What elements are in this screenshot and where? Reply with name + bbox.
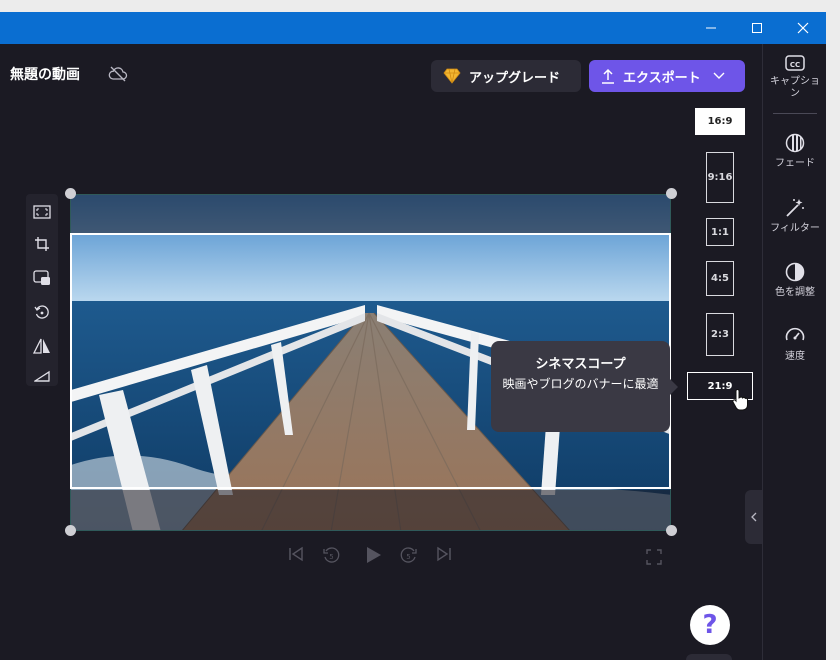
cloud-sync-off-icon[interactable]: [108, 66, 128, 82]
close-icon: [797, 22, 809, 34]
speed-gauge-icon: [785, 327, 805, 341]
fullscreen-icon[interactable]: [646, 549, 662, 565]
filter-wand-icon: [786, 199, 804, 217]
hand-cursor-icon: [732, 389, 748, 411]
forward-5-icon[interactable]: 5: [400, 546, 418, 564]
chevron-down-icon: [713, 72, 725, 79]
svg-text:CC: CC: [790, 61, 800, 69]
sidebar-label-adjust-colors: 色を調整: [775, 287, 815, 298]
sidebar-item-adjust-colors[interactable]: 色を調整: [763, 261, 826, 299]
title-bar: [0, 12, 826, 44]
minimize-icon: [706, 27, 716, 29]
sidebar-label-fade: フェード: [775, 158, 815, 169]
sidebar-item-speed[interactable]: 速度: [763, 325, 826, 363]
sidebar-divider: [773, 113, 817, 114]
sidebar-collapse-button[interactable]: [745, 490, 762, 544]
minimize-button[interactable]: [688, 12, 734, 44]
picture-in-picture-button[interactable]: [32, 268, 52, 288]
sidebar-item-fade[interactable]: フェード: [763, 132, 826, 170]
help-button[interactable]: ?: [690, 605, 730, 645]
upgrade-button[interactable]: アップグレード: [431, 60, 581, 92]
play-icon[interactable]: [364, 546, 382, 564]
upgrade-label: アップグレード: [469, 70, 561, 86]
sidebar-label-captions: キャプション: [770, 76, 820, 99]
aspect-ratio-9-16[interactable]: 9:16: [706, 152, 734, 203]
tooltip-description: 映画やブログのバナーに最適: [502, 377, 659, 391]
fade-corner-button[interactable]: [32, 366, 52, 386]
crop-button[interactable]: [32, 234, 52, 254]
bottom-panel-tab[interactable]: [686, 654, 732, 660]
aspect-ratio-4-5[interactable]: 4:5: [706, 261, 734, 296]
sidebar-item-filters[interactable]: フィルター: [763, 197, 826, 235]
crop-mask-top: [71, 195, 670, 235]
fit-button[interactable]: [32, 202, 52, 222]
svg-text:5: 5: [329, 553, 333, 561]
diamond-icon: [443, 68, 461, 84]
maximize-button[interactable]: [734, 12, 780, 44]
sidebar-label-filters: フィルター: [770, 223, 820, 234]
color-adjust-icon: [785, 262, 805, 282]
tooltip-arrow: [670, 379, 678, 395]
aspect-ratio-1-1[interactable]: 1:1: [706, 218, 734, 246]
flip-button[interactable]: [32, 336, 52, 356]
export-label: エクスポート: [623, 70, 701, 86]
rewind-5-icon[interactable]: 5: [322, 546, 340, 564]
canvas-toolbar: [26, 194, 58, 386]
editor-header: 無題の動画 アップグレード エクスポート: [0, 44, 762, 108]
export-button[interactable]: エクスポート: [589, 60, 745, 92]
close-button[interactable]: [780, 12, 826, 44]
skip-forward-icon[interactable]: [436, 546, 452, 562]
crop-mask-bottom: [71, 490, 670, 530]
crop-icon: [35, 237, 49, 251]
svg-text:5: 5: [406, 553, 410, 561]
maximize-icon: [752, 23, 762, 33]
rotate-icon: [34, 305, 49, 319]
aspect-ratio-tooltip: シネマスコープ 映画やブログのバナーに最適: [491, 341, 670, 432]
fade-icon: [785, 133, 805, 153]
resize-handle-bottom-right[interactable]: [666, 525, 677, 536]
resize-handle-top-left[interactable]: [65, 188, 76, 199]
project-title[interactable]: 無題の動画: [10, 64, 80, 84]
resize-handle-bottom-left[interactable]: [65, 525, 76, 536]
skip-back-icon[interactable]: [288, 546, 304, 562]
fade-corner-icon: [34, 370, 50, 382]
fit-icon: [33, 205, 51, 219]
property-sidebar: CC キャプション フェード フィルター 色を調整 速度: [762, 44, 826, 660]
captions-icon: CC: [785, 55, 805, 71]
flip-icon: [33, 338, 50, 354]
sidebar-label-speed: 速度: [785, 351, 805, 362]
upload-icon: [602, 68, 614, 84]
aspect-ratio-2-3[interactable]: 2:3: [706, 313, 734, 356]
app-window: 無題の動画 アップグレード エクスポート CC キャプション フェード フィルタ…: [0, 12, 826, 660]
rotate-button[interactable]: [32, 302, 52, 322]
aspect-ratio-16-9[interactable]: 16:9: [695, 108, 745, 135]
sidebar-item-captions[interactable]: CC キャプション: [763, 54, 826, 100]
picture-in-picture-icon: [33, 270, 50, 285]
playback-controls: 5 5: [284, 546, 464, 568]
tooltip-title: シネマスコープ: [535, 357, 626, 372]
chevron-left-icon: [750, 512, 756, 522]
resize-handle-top-right[interactable]: [666, 188, 677, 199]
